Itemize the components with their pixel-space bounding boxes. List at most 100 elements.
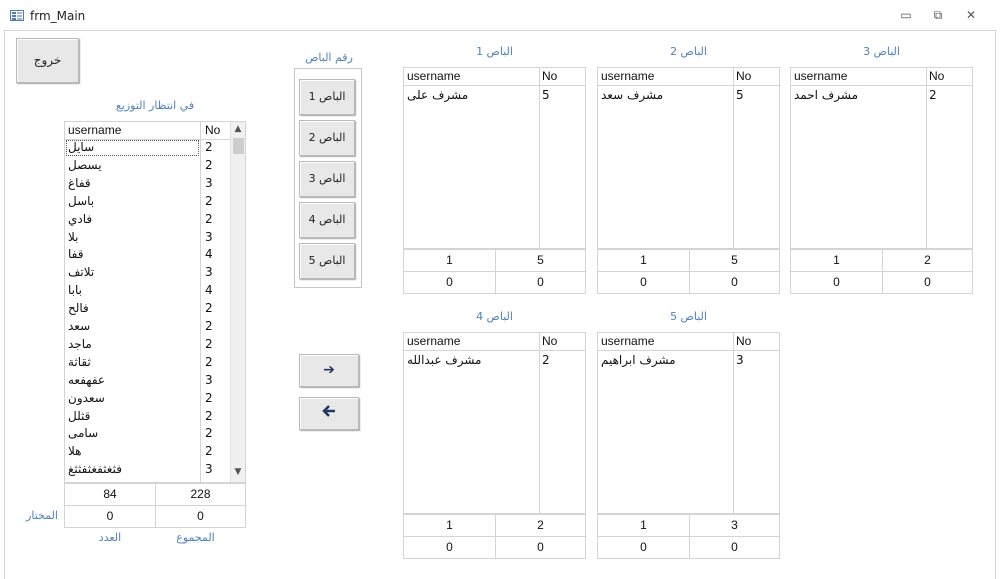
waiting-row-no[interactable]: 2 — [205, 158, 213, 172]
bus-5-count: 1 — [597, 514, 690, 537]
bus-5-list[interactable]: username No مشرف ابراهيم 3 — [597, 332, 780, 514]
bus-4-list[interactable]: username No مشرف عبدالله 2 — [403, 332, 586, 514]
bus-5-sum: 3 — [689, 514, 780, 537]
close-icon[interactable]: ✕ — [958, 6, 984, 24]
waiting-row-no[interactable]: 2 — [205, 337, 213, 351]
arrow-left-icon — [322, 405, 336, 421]
waiting-row-username[interactable]: قفا — [68, 247, 83, 261]
bus-2-sum: 5 — [689, 249, 780, 272]
waiting-row-no[interactable]: 2 — [205, 194, 213, 208]
waiting-scrollbar[interactable]: ▲ ▼ — [230, 122, 245, 482]
waiting-row-no[interactable]: 3 — [205, 176, 213, 190]
waiting-row-username[interactable]: تلاتف — [68, 265, 94, 279]
minimize-icon[interactable]: ▭ — [893, 6, 919, 24]
waiting-row-username[interactable]: فالح — [68, 301, 89, 315]
bus-col-no: No — [736, 69, 752, 83]
bus-4-count: 1 — [403, 514, 496, 537]
selected-label: المختار — [26, 509, 58, 522]
waiting-row-no[interactable]: 2 — [205, 409, 213, 423]
waiting-row-username[interactable]: باسل — [68, 194, 94, 208]
bus-col-no: No — [736, 334, 752, 348]
bus-3-sum: 2 — [882, 249, 973, 272]
waiting-row-no[interactable]: 2 — [205, 301, 213, 315]
waiting-row-username[interactable]: فادي — [68, 212, 92, 226]
bus-4-button[interactable]: الباص 4 — [299, 202, 355, 238]
bus-4-selected-sum: 0 — [495, 536, 586, 559]
waiting-row-username[interactable]: بلا — [68, 230, 79, 244]
waiting-row-no[interactable]: 2 — [205, 212, 213, 226]
waiting-row-username[interactable]: سعدون — [68, 391, 105, 405]
sum-label: المجموع — [176, 531, 215, 544]
bus-1-list[interactable]: username No مشرف على 5 — [403, 67, 586, 249]
bus-1-selected-sum: 0 — [495, 271, 586, 294]
waiting-row-username[interactable]: قفاغ — [68, 176, 91, 190]
waiting-row-username[interactable]: بابا — [68, 283, 82, 297]
title-bar: frm_Main ▭ ⧉ ✕ — [0, 0, 1000, 30]
bus-row-no[interactable]: 5 — [542, 88, 550, 102]
waiting-row-no[interactable]: 2 — [205, 355, 213, 369]
waiting-row-no[interactable]: 2 — [205, 140, 213, 154]
waiting-row-no[interactable]: 3 — [205, 373, 213, 387]
bus-row-no[interactable]: 3 — [736, 353, 744, 367]
bus-3-count: 1 — [790, 249, 883, 272]
waiting-selected-sum: 0 — [155, 505, 246, 528]
selected-row-focus — [66, 140, 199, 156]
bus-1-sum: 5 — [495, 249, 586, 272]
bus-col-username: username — [601, 334, 655, 348]
waiting-row-username[interactable]: هلا — [68, 444, 82, 458]
bus-row-username[interactable]: مشرف على — [407, 88, 468, 102]
bus-2-caption: الباص 2 — [670, 45, 707, 58]
bus-5-button[interactable]: الباص 5 — [299, 243, 355, 279]
bus-row-username[interactable]: مشرف احمد — [794, 88, 858, 102]
bus-row-no[interactable]: 2 — [542, 353, 550, 367]
move-right-button[interactable]: ➔ — [299, 354, 359, 387]
bus-row-no[interactable]: 5 — [736, 88, 744, 102]
waiting-list[interactable]: username No سايل 2 يسصل 2 قفاغ 3 باسل 2 فادي 2 بلا… — [64, 121, 246, 483]
bus-2-selected-count: 0 — [597, 271, 690, 294]
bus-col-no: No — [542, 334, 558, 348]
waiting-row-username[interactable]: ثقاثة — [68, 355, 91, 369]
bus-row-username[interactable]: مشرف ابراهيم — [601, 353, 676, 367]
bus-col-username: username — [407, 69, 461, 83]
waiting-row-username[interactable]: يسصل — [68, 158, 102, 172]
waiting-row-username[interactable]: سعد — [68, 319, 90, 333]
waiting-row-username[interactable]: ماجد — [68, 337, 92, 351]
bus-row-username[interactable]: مشرف سعد — [601, 88, 663, 102]
waiting-row-username[interactable]: قثلل — [68, 409, 90, 423]
bus-3-button[interactable]: الباص 3 — [299, 161, 355, 197]
bus-row-username[interactable]: مشرف عبدالله — [407, 353, 481, 367]
waiting-col-no: No — [205, 123, 221, 137]
bus-3-selected-count: 0 — [790, 271, 883, 294]
waiting-row-username[interactable]: فثغثفغثفثثغ — [68, 462, 122, 476]
scroll-up-icon[interactable]: ▲ — [231, 124, 245, 134]
bus-2-count: 1 — [597, 249, 690, 272]
restore-icon[interactable]: ⧉ — [925, 6, 951, 24]
waiting-row-no[interactable]: 4 — [205, 283, 213, 297]
count-label: العدد — [98, 531, 122, 544]
scroll-down-icon[interactable]: ▼ — [231, 467, 245, 477]
scroll-thumb[interactable] — [233, 138, 244, 154]
waiting-row-no[interactable]: 3 — [205, 230, 213, 244]
waiting-row-no[interactable]: 3 — [205, 265, 213, 279]
bus-3-list[interactable]: username No مشرف احمد 2 — [790, 67, 973, 249]
waiting-caption: في انتظار التوزيع — [115, 99, 195, 112]
bus-2-button[interactable]: الباص 2 — [299, 120, 355, 156]
exit-button[interactable]: خروج — [16, 38, 79, 83]
bus-2-list[interactable]: username No مشرف سعد 5 — [597, 67, 780, 249]
waiting-row-no[interactable]: 4 — [205, 247, 213, 261]
waiting-row-no[interactable]: 2 — [205, 319, 213, 333]
bus-5-caption: الباص 5 — [670, 310, 707, 323]
arrow-right-icon: ➔ — [323, 362, 335, 378]
bus-1-button[interactable]: الباص 1 — [299, 79, 355, 115]
waiting-row-no[interactable]: 2 — [205, 426, 213, 440]
waiting-row-username[interactable]: سامى — [68, 426, 98, 440]
bus-5-selected-sum: 0 — [689, 536, 780, 559]
move-left-button[interactable] — [299, 397, 359, 430]
waiting-col-username: username — [68, 123, 122, 137]
bus-row-no[interactable]: 2 — [929, 88, 937, 102]
bus-5-selected-count: 0 — [597, 536, 690, 559]
waiting-row-no[interactable]: 2 — [205, 444, 213, 458]
waiting-row-no[interactable]: 2 — [205, 391, 213, 405]
waiting-row-username[interactable]: عفهفعه — [68, 373, 105, 387]
waiting-row-no[interactable]: 3 — [205, 462, 213, 476]
